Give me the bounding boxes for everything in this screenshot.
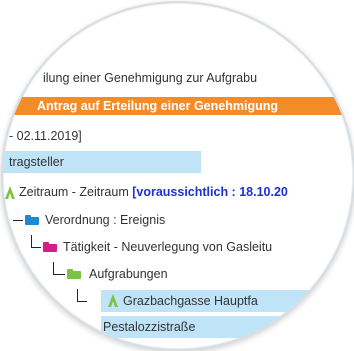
tree-panel: ilung einer Genehmigung zur Aufgrabu Ant…: [3, 3, 353, 349]
folder-icon: [25, 215, 39, 225]
tree-connector: [13, 220, 23, 221]
tree-row-grazbachgasse[interactable]: Grazbachgasse Hauptfa: [123, 292, 258, 310]
tree-connector: [77, 289, 78, 301]
tree-row-antragsteller[interactable]: tragsteller: [9, 153, 64, 171]
tree-row-taetigkeit[interactable]: Tätigkeit - Neuverlegung von Gasleitu: [63, 238, 272, 256]
tree-connector: [77, 301, 87, 302]
tree-row-aufgrabungen[interactable]: Aufgrabungen: [89, 265, 168, 283]
tree-connector: [53, 274, 65, 275]
tree-row-verordnung[interactable]: Verordnung : Ereignis: [45, 211, 165, 229]
folder-icon: [67, 269, 81, 279]
folder-icon: [43, 242, 57, 252]
tree-row-antrag-selected[interactable]: Antrag auf Erteilung einer Genehmigung: [3, 97, 353, 115]
tree-row-date[interactable]: - 02.11.2019]: [9, 127, 82, 145]
marker-icon: [5, 186, 15, 199]
tree-row-zeitraum[interactable]: Zeitraum - Zeitraum [voraussichtlich : 1…: [19, 183, 288, 201]
tree-row-title[interactable]: ilung einer Genehmigung zur Aufgrabu: [43, 69, 257, 87]
tree-connector: [53, 262, 54, 274]
zeitraum-label: Zeitraum - Zeitraum: [19, 185, 133, 199]
tree-connector: [31, 235, 32, 247]
marker-icon: [108, 294, 118, 307]
magnified-circle: ilung einer Genehmigung zur Aufgrabu Ant…: [1, 1, 354, 351]
tree-connector: [31, 247, 41, 248]
zeitraum-date: [voraussichtlich : 18.10.20: [132, 185, 288, 199]
tree-row-pestalozzistrasse[interactable]: Pestalozzistraße: [103, 318, 195, 336]
